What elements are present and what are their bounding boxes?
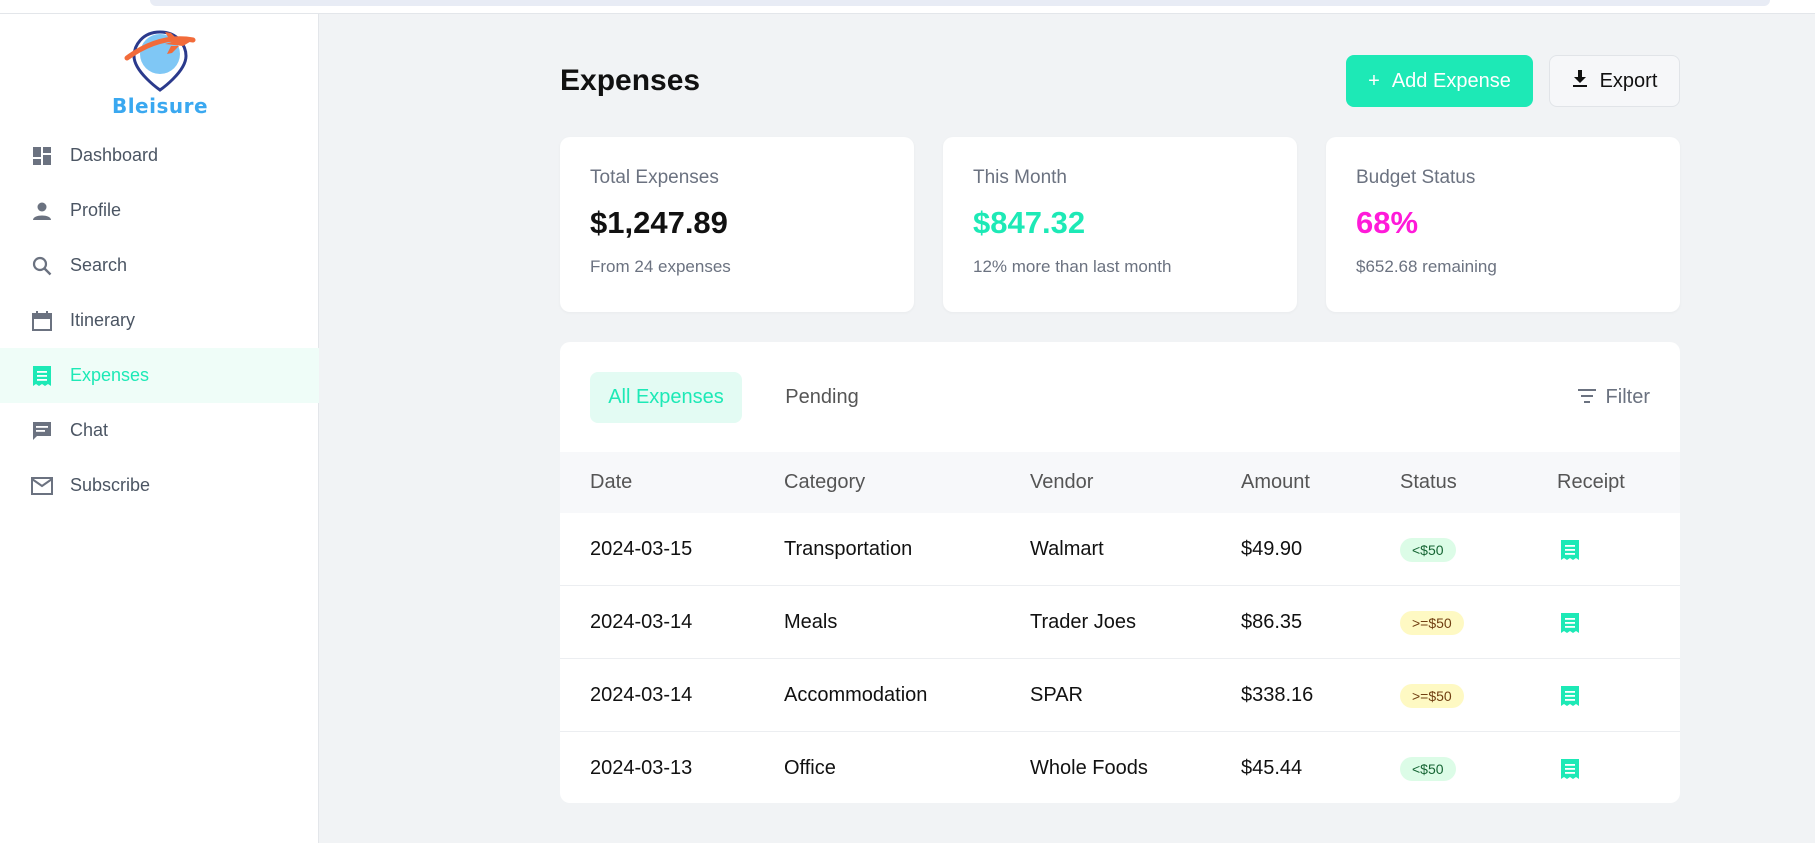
column-header-amount[interactable]: Amount — [1241, 452, 1310, 513]
tab-pending[interactable]: Pending — [772, 372, 872, 423]
sidebar-nav: Dashboard Profile Search Itinerary Expen… — [0, 128, 319, 513]
sidebar-item-label: Dashboard — [70, 145, 159, 165]
export-label: Export — [1599, 69, 1658, 92]
page-title: Expenses — [560, 64, 701, 97]
tab-all-expenses[interactable]: All Expenses — [590, 372, 742, 423]
sidebar-item-label: Chat — [70, 420, 109, 440]
address-bar[interactable] — [150, 0, 1770, 6]
table-row[interactable]: 2024-03-13 Office Whole Foods $45.44 <$5… — [560, 732, 1680, 803]
column-header-status[interactable]: Status — [1400, 452, 1457, 513]
stat-card-month: This Month $847.32 12% more than last mo… — [943, 137, 1297, 312]
sidebar-item-dashboard[interactable]: Dashboard — [0, 128, 319, 183]
cell-amount: $49.90 — [1241, 538, 1303, 560]
sidebar-item-subscribe[interactable]: Subscribe — [0, 458, 319, 513]
cell-vendor: Trader Joes — [1030, 611, 1136, 633]
sidebar-item-search[interactable]: Search — [0, 238, 319, 293]
logo-pin-plane-icon — [124, 30, 196, 92]
stat-label: Total Expenses — [590, 167, 719, 188]
column-header-category[interactable]: Category — [784, 452, 865, 513]
cell-category: Transportation — [784, 538, 913, 560]
browser-top-bar — [0, 0, 1815, 14]
sidebar-item-profile[interactable]: Profile — [0, 183, 319, 238]
table-row[interactable]: 2024-03-14 Meals Trader Joes $86.35 >=$5… — [560, 586, 1680, 659]
cell-date: 2024-03-14 — [590, 611, 693, 633]
logo-text: Bleisure — [111, 94, 209, 118]
table-row[interactable]: 2024-03-14 Accommodation SPAR $338.16 >=… — [560, 659, 1680, 732]
sidebar-item-label: Expenses — [70, 365, 150, 385]
sidebar-item-label: Itinerary — [70, 310, 136, 330]
receipt-icon[interactable] — [1560, 659, 1580, 732]
export-button[interactable]: Export — [1549, 55, 1680, 107]
stat-note: $652.68 remaining — [1356, 257, 1497, 276]
search-icon — [30, 254, 54, 278]
status-badge: >=$50 — [1400, 610, 1464, 635]
app-logo[interactable]: Bleisure — [105, 24, 215, 118]
cell-vendor: Walmart — [1030, 538, 1104, 560]
sidebar-item-label: Subscribe — [70, 475, 151, 495]
cell-date: 2024-03-13 — [590, 757, 693, 779]
add-expense-label: Add Expense — [1391, 69, 1511, 92]
chat-icon — [30, 419, 54, 443]
receipt-icon[interactable] — [1560, 513, 1580, 586]
column-header-vendor[interactable]: Vendor — [1030, 452, 1093, 513]
cell-category: Office — [784, 757, 836, 779]
stat-label: Budget Status — [1356, 167, 1476, 188]
cell-vendor: SPAR — [1030, 684, 1083, 706]
cell-amount: $86.35 — [1241, 611, 1303, 633]
receipt-icon[interactable] — [1560, 732, 1580, 803]
filter-button[interactable]: Filter — [1577, 372, 1650, 423]
status-badge: >=$50 — [1400, 683, 1464, 708]
sidebar-item-label: Search — [70, 255, 128, 275]
mail-icon — [30, 474, 54, 498]
expenses-panel: All Expenses Pending Filter Date Categor… — [560, 342, 1680, 803]
filter-icon — [1577, 386, 1596, 409]
stat-value: $847.32 — [973, 205, 1086, 240]
table-row[interactable]: 2024-03-15 Transportation Walmart $49.90… — [560, 513, 1680, 586]
status-badge: <$50 — [1400, 537, 1456, 562]
cell-vendor: Whole Foods — [1030, 757, 1148, 779]
sidebar-item-itinerary[interactable]: Itinerary — [0, 293, 319, 348]
sidebar-item-chat[interactable]: Chat — [0, 403, 319, 458]
stat-note: 12% more than last month — [973, 257, 1172, 276]
stat-value: $1,247.89 — [590, 205, 728, 240]
stat-note: From 24 expenses — [590, 257, 731, 276]
column-header-receipt[interactable]: Receipt — [1557, 452, 1625, 513]
download-icon — [1572, 69, 1588, 93]
sidebar: Bleisure Dashboard Profile Search Itiner… — [0, 14, 319, 843]
cell-date: 2024-03-15 — [590, 538, 693, 560]
filter-label: Filter — [1605, 386, 1650, 408]
stat-card-budget: Budget Status 68% $652.68 remaining — [1326, 137, 1680, 312]
stat-card-total: Total Expenses $1,247.89 From 24 expense… — [560, 137, 914, 312]
add-expense-button[interactable]: + Add Expense — [1346, 55, 1533, 107]
cell-amount: $338.16 — [1241, 684, 1314, 706]
cell-amount: $45.44 — [1241, 757, 1303, 779]
cell-category: Meals — [784, 611, 838, 633]
plus-icon: + — [1368, 69, 1380, 92]
cell-category: Accommodation — [784, 684, 928, 706]
stat-label: This Month — [973, 167, 1067, 188]
sidebar-item-expenses[interactable]: Expenses — [0, 348, 319, 403]
dashboard-icon — [30, 144, 54, 168]
stat-value: 68% — [1356, 205, 1419, 240]
status-badge: <$50 — [1400, 756, 1456, 781]
receipt-icon — [30, 364, 54, 388]
sidebar-item-label: Profile — [70, 200, 122, 220]
cell-date: 2024-03-14 — [590, 684, 693, 706]
receipt-icon[interactable] — [1560, 586, 1580, 659]
person-icon — [30, 199, 54, 223]
calendar-icon — [30, 309, 54, 333]
column-header-date[interactable]: Date — [590, 452, 632, 513]
table-header: Date Category Vendor Amount Status Recei… — [560, 452, 1680, 513]
